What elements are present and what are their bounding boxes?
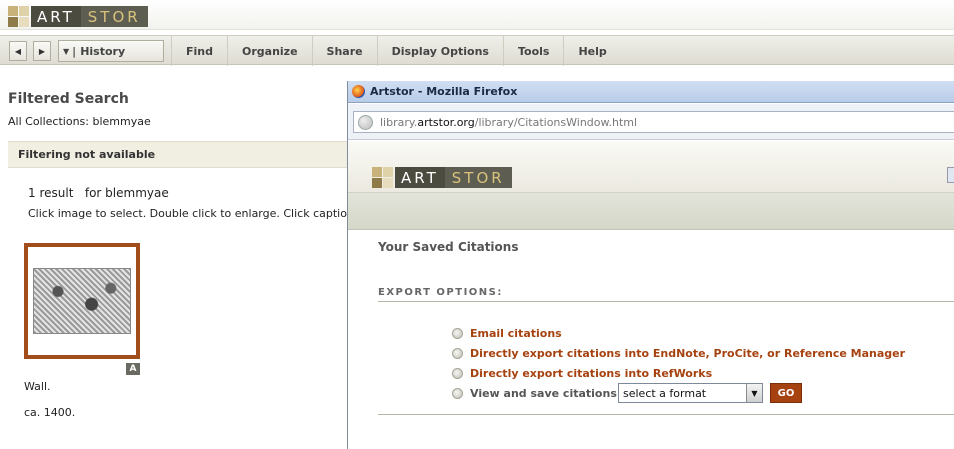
export-endnote-link[interactable]: Directly export citations into EndNote, … — [470, 347, 905, 360]
user-icon — [947, 167, 954, 183]
menu-share[interactable]: Share — [311, 36, 377, 66]
option-export-refworks[interactable]: Directly export citations into RefWorks — [452, 367, 712, 380]
radio-refworks[interactable] — [452, 368, 463, 379]
url-domain: artstor.org — [417, 115, 475, 129]
window-titlebar[interactable]: Artstor - Mozilla Firefox — [348, 81, 954, 103]
globe-icon — [358, 114, 373, 130]
menu-organize[interactable]: Organize — [227, 36, 312, 66]
back-arrow-icon[interactable]: ◀ — [9, 41, 27, 61]
result-summary: 1 result for blemmyae — [28, 186, 169, 200]
divider-bottom — [378, 414, 954, 415]
option-export-endnote[interactable]: Directly export citations into EndNote, … — [452, 347, 905, 360]
forward-arrow-icon[interactable]: ▶ — [33, 41, 51, 61]
format-select[interactable]: select a format ▼ — [618, 383, 763, 403]
page-title: Filtered Search — [8, 91, 129, 107]
export-options-heading: Export Options: — [378, 287, 503, 298]
popup-logo-squares-icon — [372, 167, 393, 188]
radio-email[interactable] — [452, 328, 463, 339]
logo-squares-icon — [8, 6, 29, 27]
caption-title[interactable]: Wall. — [24, 380, 51, 393]
menu-display-options[interactable]: Display Options — [376, 36, 503, 66]
filter-status-text: Filtering not available — [18, 148, 156, 161]
chevron-down-icon[interactable]: ▼ — [746, 384, 762, 402]
history-label: History — [80, 44, 126, 58]
main-menu: Find Organize Share Display Options Tool… — [171, 36, 621, 66]
email-citations-link[interactable]: Email citations — [470, 327, 562, 340]
popup-artstor-logo: ART STOR — [372, 167, 512, 188]
url-path: /library/CitationsWindow.html — [474, 115, 638, 129]
export-refworks-link[interactable]: Directly export citations into RefWorks — [470, 367, 712, 380]
popup-gray-band — [348, 193, 954, 230]
address-bar: library. artstor.org/library/CitationsWin… — [348, 104, 954, 140]
result-query: for blemmyae — [84, 186, 169, 200]
chevron-down-icon: ▼ — [63, 46, 70, 56]
url-prefix: library. — [380, 115, 418, 129]
caption-date: ca. 1400. — [24, 406, 76, 419]
menu-help[interactable]: Help — [563, 36, 620, 66]
history-dropdown[interactable]: ▼ | History — [58, 40, 164, 62]
logo-text-art: ART — [31, 6, 81, 27]
go-button[interactable]: GO — [770, 383, 802, 403]
popup-logo-text-stor: STOR — [444, 167, 512, 188]
logo-text-stor: STOR — [80, 6, 148, 27]
filter-status-bar: Filtering not available — [8, 141, 348, 168]
menu-find[interactable]: Find — [171, 36, 227, 66]
artstor-logo: ART STOR — [8, 6, 148, 27]
radio-endnote[interactable] — [452, 348, 463, 359]
url-field[interactable]: library. artstor.org/library/CitationsWin… — [353, 111, 954, 133]
main-toolbar: ◀ ▶ ▼ | History Find Organize Share Disp… — [0, 35, 954, 66]
selection-hint: Click image to select. Double click to e… — [28, 207, 348, 220]
divider-top — [378, 301, 954, 302]
history-separator: | — [72, 44, 77, 58]
menu-tools[interactable]: Tools — [502, 36, 563, 66]
option-view-save[interactable]: View and save citations: — [452, 387, 621, 400]
saved-citations-heading: Your Saved Citations — [378, 240, 519, 254]
image-badge[interactable]: A — [126, 363, 140, 375]
image-thumbnail[interactable] — [24, 243, 140, 359]
option-email-citations[interactable]: Email citations — [452, 327, 562, 340]
view-save-label: View and save citations: — [470, 387, 622, 400]
collections-label: All Collections: blemmyae — [8, 115, 151, 128]
result-count: 1 result — [28, 186, 74, 200]
radio-view-save[interactable] — [452, 388, 463, 399]
firefox-icon — [352, 85, 365, 98]
popup-logo-text-art: ART — [395, 167, 445, 188]
format-select-value: select a format — [623, 386, 707, 400]
window-title: Artstor - Mozilla Firefox — [370, 85, 518, 98]
thumbnail-image[interactable] — [33, 268, 131, 334]
